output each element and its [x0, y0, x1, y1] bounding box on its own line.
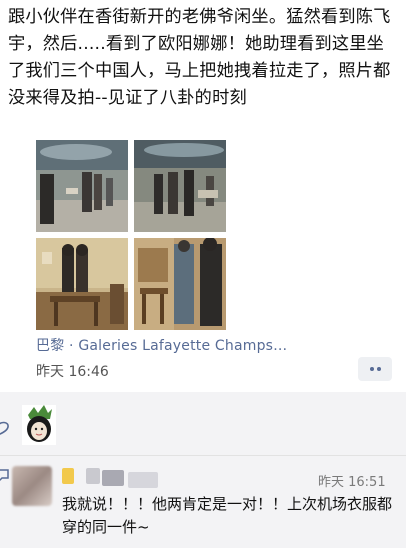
commenter-name-redacted[interactable]	[62, 466, 170, 488]
post-timestamp: 昨天 16:46	[36, 364, 109, 380]
post-photo-2[interactable]	[134, 140, 226, 232]
post-text: 跟小伙伴在香街新开的老佛爷闲坐。猛然看到陈飞宇，然后.....看到了欧阳娜娜！她…	[8, 7, 391, 108]
comment-bubble-icon	[0, 469, 9, 482]
post-photo-1[interactable]	[36, 140, 128, 232]
photo-grid	[36, 140, 226, 330]
more-options-button[interactable]	[358, 357, 392, 381]
divider	[0, 455, 406, 456]
commenter-avatar[interactable]	[12, 466, 52, 506]
post-photo-3[interactable]	[36, 238, 128, 330]
post-photo-4[interactable]	[134, 238, 226, 330]
more-dots-icon	[369, 367, 374, 371]
heart-outline-icon	[0, 421, 9, 435]
liker-avatar[interactable]	[22, 405, 56, 445]
post-location-link[interactable]: 巴黎 · Galeries Lafayette Champs…	[36, 335, 287, 355]
comment-text[interactable]: 我就说！！！他两肯定是一对！！上次机场衣服都穿的同一件~	[62, 493, 398, 539]
comment-timestamp: 昨天 16:51	[318, 475, 386, 490]
